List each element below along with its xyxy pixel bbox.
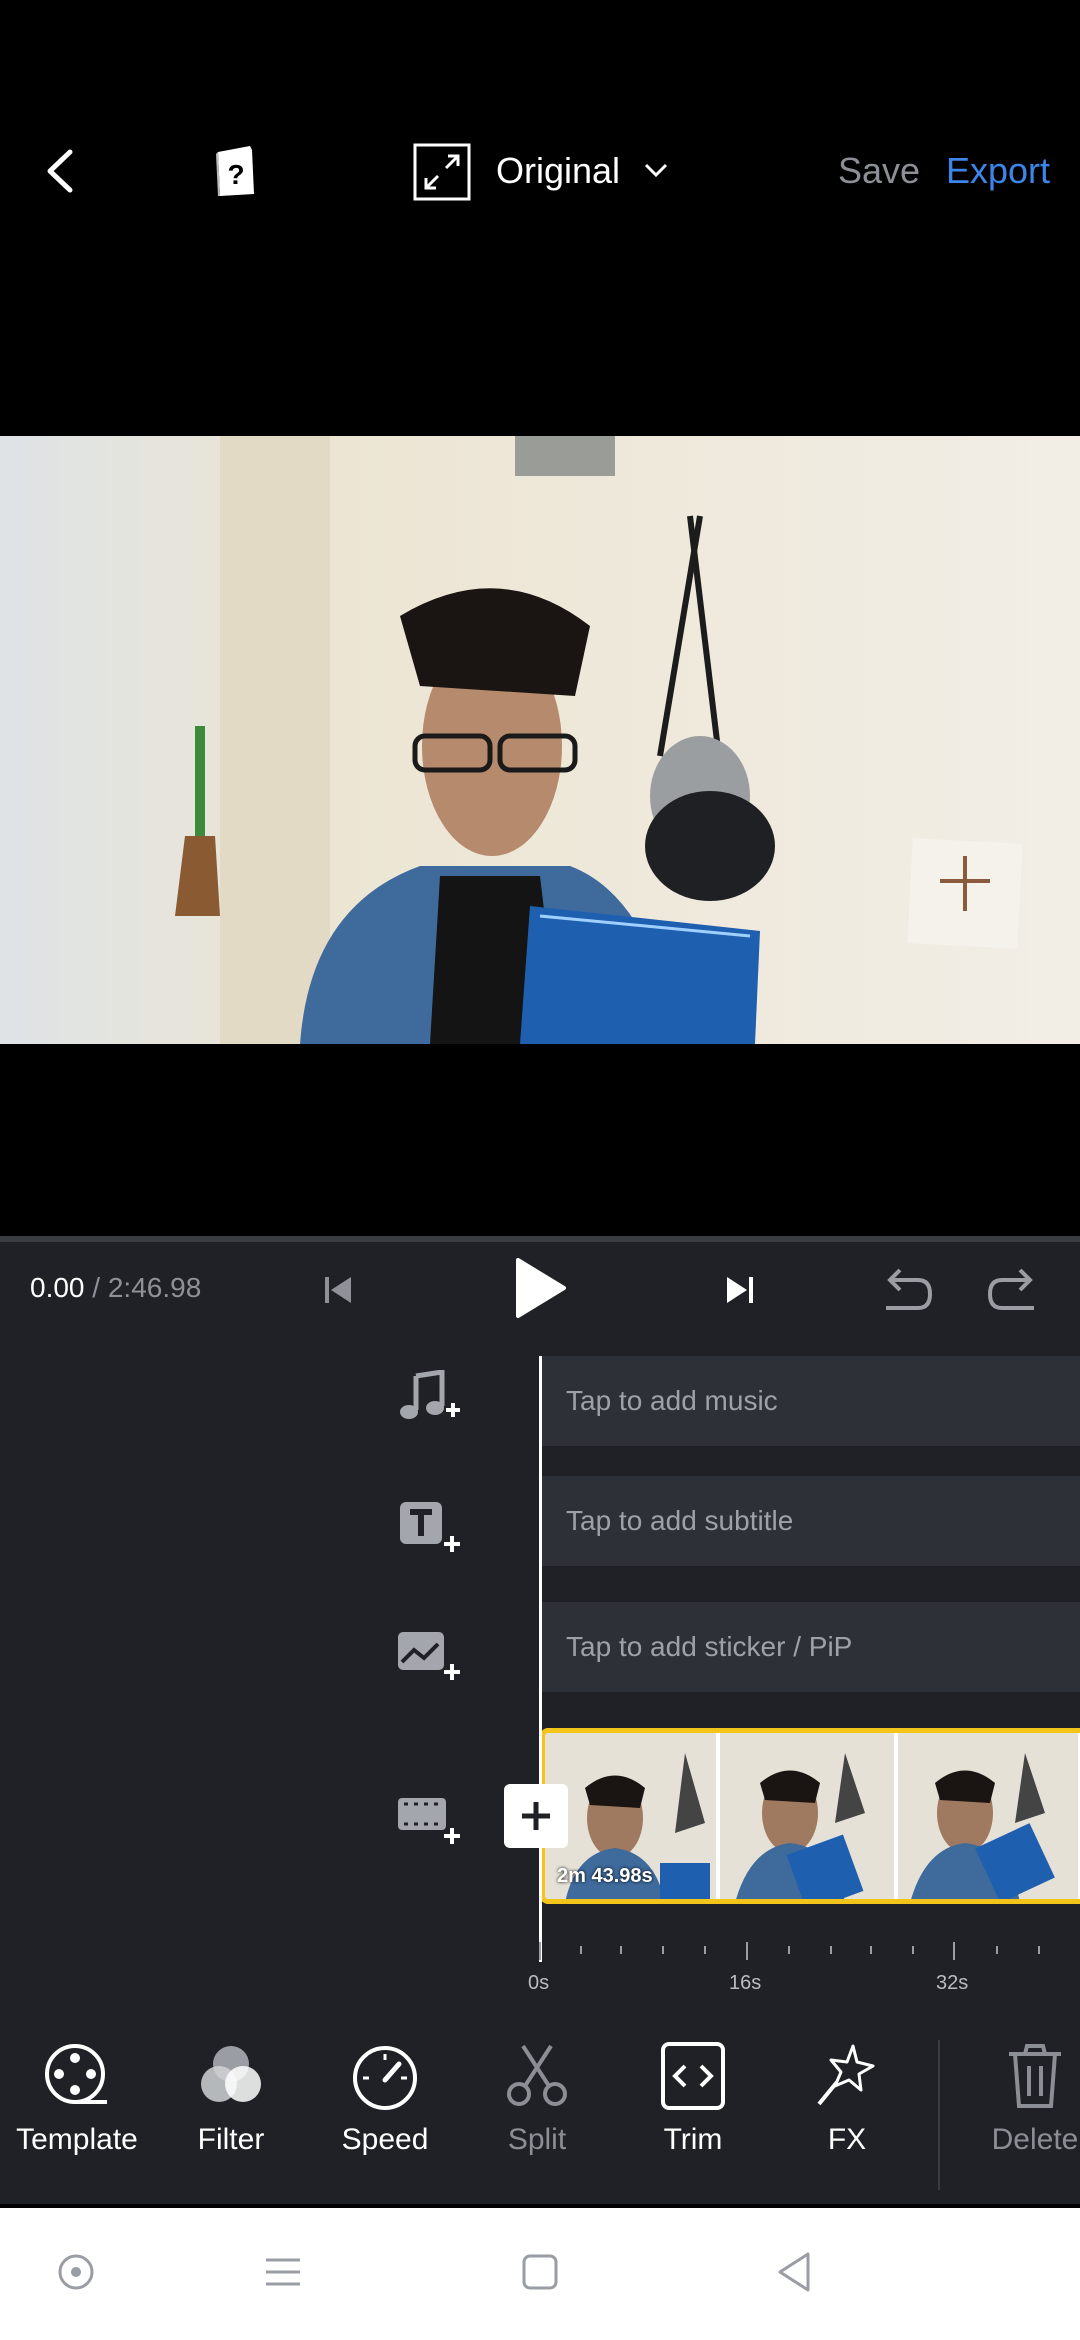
subtitle-track-placeholder: Tap to add subtitle xyxy=(566,1505,794,1536)
music-track[interactable]: Tap to add music xyxy=(540,1356,1080,1446)
export-button[interactable]: Export xyxy=(946,150,1050,192)
delete-label: Delete xyxy=(991,2123,1079,2156)
scissors-icon xyxy=(507,2044,567,2106)
preview-letterbox xyxy=(0,1044,1080,1236)
speed-label: Speed xyxy=(341,2123,429,2156)
add-clip-icon[interactable] xyxy=(396,1794,464,1850)
template-tool[interactable]: Template xyxy=(2,2040,152,2157)
speed-icon xyxy=(353,2046,417,2110)
current-time: 0.00 xyxy=(30,1272,85,1303)
split-label: Split xyxy=(507,2123,567,2156)
sticker-track-placeholder: Tap to add sticker / PiP xyxy=(566,1631,853,1662)
save-button[interactable]: Save xyxy=(838,150,920,192)
filter-icon xyxy=(201,2046,261,2102)
add-music-icon[interactable] xyxy=(398,1369,464,1430)
trash-icon xyxy=(1009,2044,1061,2108)
template-label: Template xyxy=(16,2123,138,2156)
timeline-ruler: 0s 16s 32s xyxy=(0,1942,1080,2002)
aspect-ratio-icon[interactable] xyxy=(412,142,472,202)
ruler-label-0: 0s xyxy=(528,1972,550,1994)
toolbar-divider xyxy=(938,2040,940,2190)
playback-progress-bar[interactable] xyxy=(0,1236,1080,1242)
skip-to-end-icon[interactable] xyxy=(724,1274,756,1306)
magic-star-icon xyxy=(817,2044,875,2106)
total-time: / 2:46.98 xyxy=(92,1272,202,1303)
music-track-placeholder: Tap to add music xyxy=(566,1385,778,1416)
playhead[interactable] xyxy=(539,1356,542,1962)
redo-icon[interactable] xyxy=(986,1266,1042,1314)
speed-tool[interactable]: Speed xyxy=(310,2040,460,2157)
play-icon[interactable] xyxy=(512,1256,568,1320)
trim-label: Trim xyxy=(663,2123,723,2156)
undo-icon[interactable] xyxy=(878,1266,934,1314)
sticker-pip-track[interactable]: Tap to add sticker / PiP xyxy=(540,1602,1080,1692)
trim-icon xyxy=(661,2042,725,2110)
help-book-icon[interactable]: ? xyxy=(212,142,260,198)
top-bar: ? Original Save Export xyxy=(0,0,1080,436)
system-navigation-bar xyxy=(0,2208,1080,2340)
chevron-down-icon[interactable] xyxy=(642,160,670,180)
add-subtitle-icon[interactable] xyxy=(398,1500,464,1560)
ruler-label-16: 16s xyxy=(729,1972,762,1994)
split-tool[interactable]: Split xyxy=(462,2040,612,2157)
skip-to-start-icon[interactable] xyxy=(322,1274,354,1306)
svg-text:?: ? xyxy=(227,159,244,190)
delete-tool[interactable]: Delete xyxy=(960,2040,1080,2157)
assistant-icon[interactable] xyxy=(56,2252,96,2292)
add-sticker-pip-icon[interactable] xyxy=(396,1628,464,1688)
insert-clip-button[interactable] xyxy=(504,1784,568,1848)
back-nav-icon[interactable] xyxy=(774,2250,814,2294)
recent-apps-icon[interactable] xyxy=(262,2254,304,2290)
filter-tool[interactable]: Filter xyxy=(156,2040,306,2157)
ruler-label-32: 32s xyxy=(936,1972,969,1994)
back-icon[interactable] xyxy=(38,146,88,196)
clip-duration-label: 2m 43.98s xyxy=(557,1865,653,1887)
fx-label: FX xyxy=(827,2123,867,2156)
subtitle-track[interactable]: Tap to add subtitle xyxy=(540,1476,1080,1566)
time-display: 0.00 / 2:46.98 xyxy=(30,1272,201,1304)
aspect-ratio-dropdown[interactable]: Original xyxy=(496,150,620,192)
trim-tool[interactable]: Trim xyxy=(618,2040,768,2157)
fx-tool[interactable]: FX xyxy=(772,2040,922,2157)
video-preview[interactable] xyxy=(0,436,1080,1044)
home-icon[interactable] xyxy=(520,2252,560,2292)
video-clip-strip[interactable]: 2m 43.98s xyxy=(540,1728,1080,1904)
template-icon xyxy=(45,2044,107,2104)
filter-label: Filter xyxy=(197,2123,265,2156)
